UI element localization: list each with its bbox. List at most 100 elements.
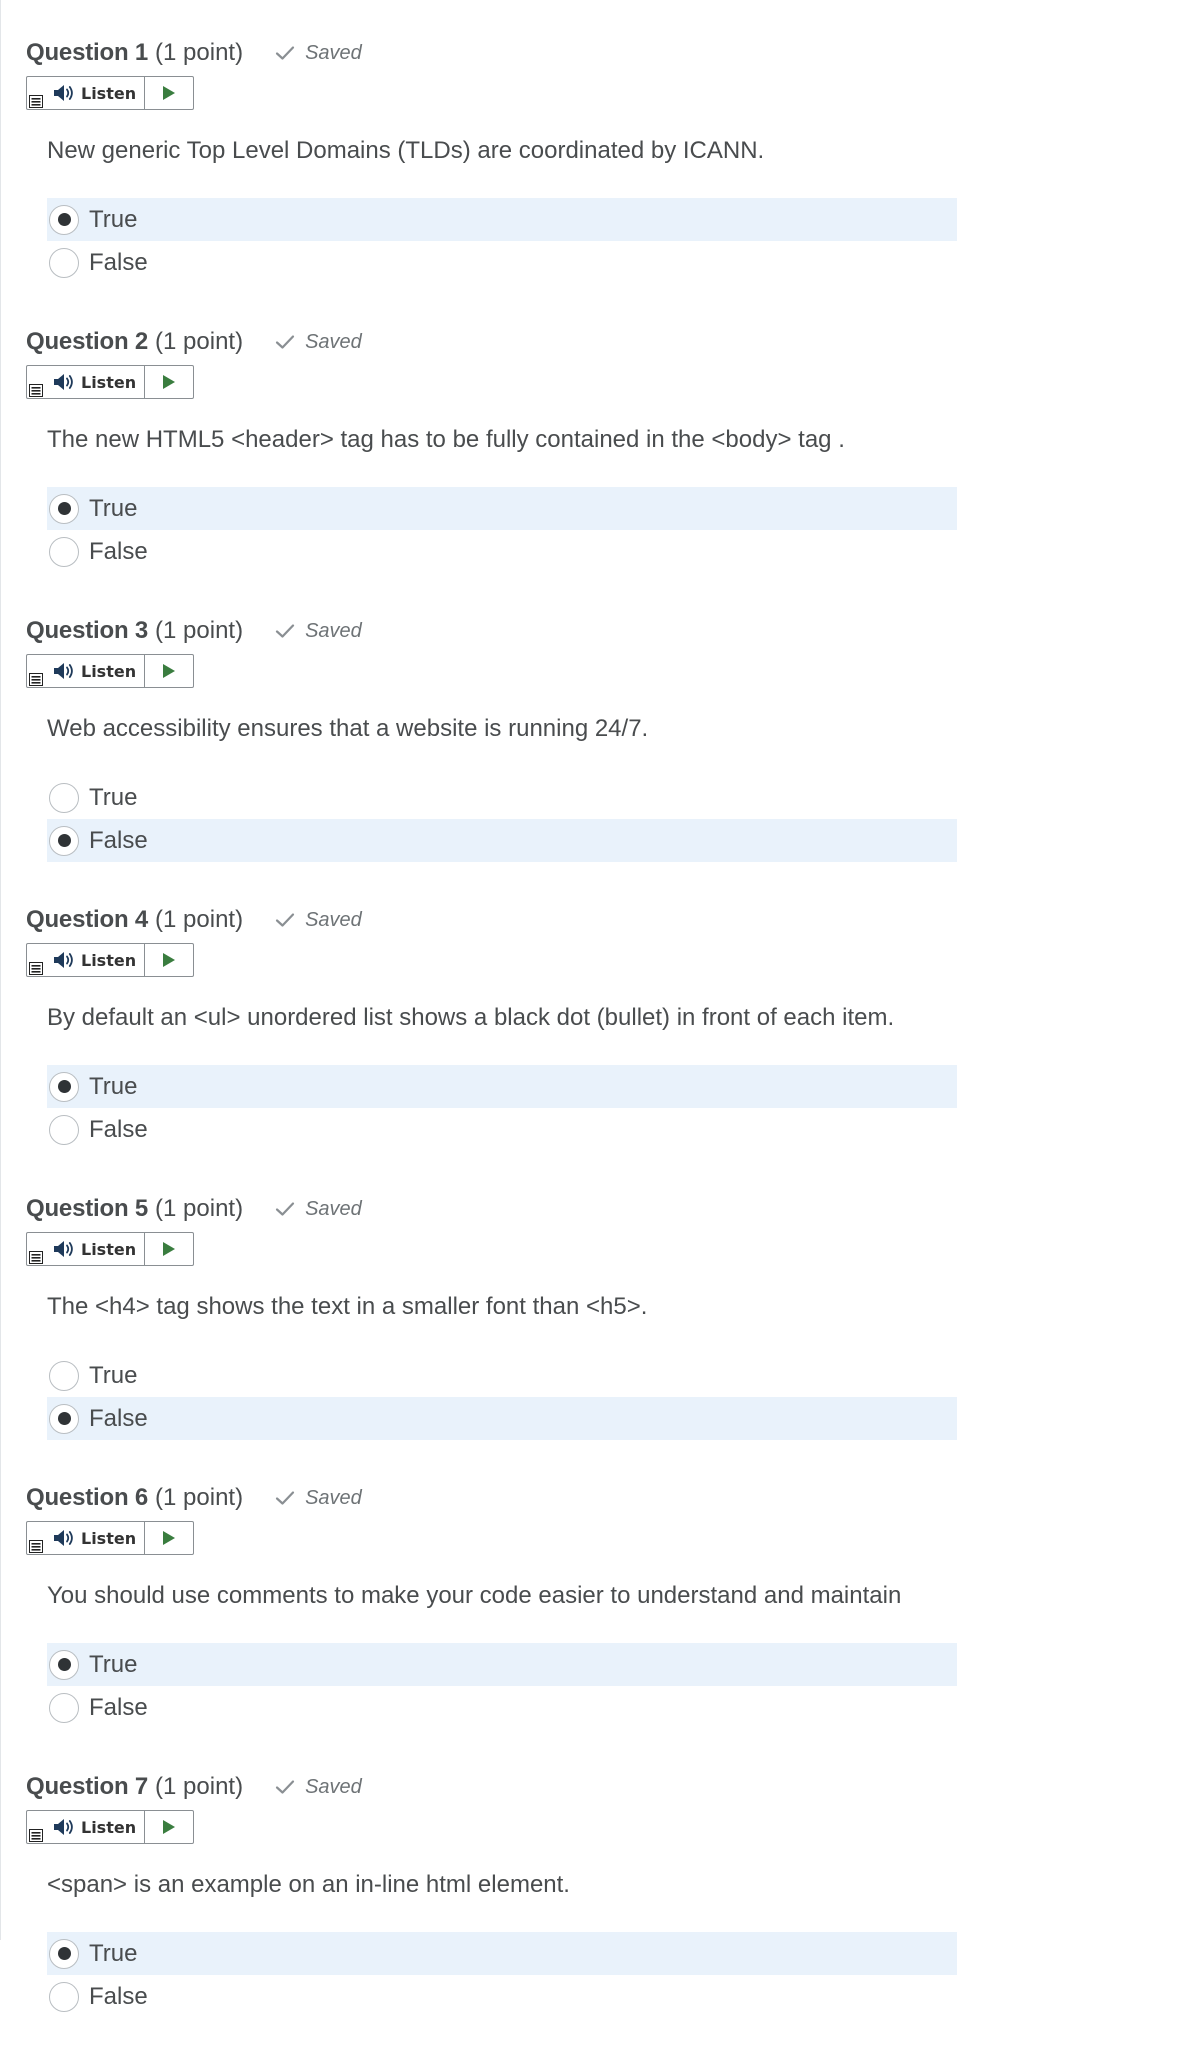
radio-button[interactable] — [49, 1649, 79, 1680]
option-true[interactable]: True — [47, 198, 957, 241]
listen-button[interactable]: Listen — [27, 655, 145, 687]
radio-selected-dot — [57, 1412, 71, 1425]
radio-button[interactable] — [49, 536, 79, 567]
play-button[interactable] — [145, 366, 193, 398]
radio-button[interactable] — [49, 493, 79, 524]
question-points: (1 point) — [155, 1484, 244, 1511]
question-header: Question 5 (1 point) Saved — [26, 1192, 362, 1226]
menu-icon[interactable] — [29, 962, 43, 975]
option-true[interactable]: True — [47, 1643, 957, 1686]
question-text: Web accessibility ensures that a website… — [47, 715, 649, 742]
option-true[interactable]: True — [47, 1354, 957, 1397]
option-label: False — [89, 248, 148, 276]
question-header: Question 4 (1 point) Saved — [26, 903, 362, 937]
listen-widget: Listen — [26, 365, 194, 399]
listen-label: Listen — [81, 83, 137, 103]
radio-selected-dot — [57, 1080, 71, 1093]
option-false[interactable]: False — [47, 241, 957, 284]
radio-button[interactable] — [49, 204, 79, 235]
radio-selected-dot — [57, 1658, 71, 1671]
play-button[interactable] — [145, 655, 193, 687]
listen-button[interactable]: Listen — [27, 366, 145, 398]
option-label: True — [89, 1650, 138, 1678]
option-false[interactable]: False — [47, 1975, 957, 2018]
saved-label: Saved — [305, 908, 362, 931]
option-true[interactable]: True — [47, 776, 957, 819]
saved-status: Saved — [275, 1776, 362, 1799]
saved-label: Saved — [305, 41, 362, 64]
play-button[interactable] — [145, 77, 193, 109]
radio-button[interactable] — [49, 1981, 79, 2012]
menu-icon[interactable] — [29, 95, 43, 108]
radio-selected-dot — [57, 1947, 71, 1960]
question-points: (1 point) — [155, 1195, 244, 1222]
play-icon — [163, 1820, 175, 1834]
question-header: Question 2 (1 point) Saved — [26, 325, 362, 359]
listen-label: Listen — [81, 661, 137, 681]
listen-widget: Listen — [26, 654, 194, 688]
saved-label: Saved — [305, 330, 362, 353]
radio-button[interactable] — [49, 1403, 79, 1434]
play-button[interactable] — [145, 1522, 193, 1554]
option-true[interactable]: True — [47, 487, 957, 530]
listen-widget: Listen — [26, 1521, 194, 1555]
radio-button[interactable] — [49, 782, 79, 813]
radio-button[interactable] — [49, 1114, 79, 1145]
question-2: Question 2 (1 point) Saved Listen The new HT… — [26, 289, 1176, 578]
option-true[interactable]: True — [47, 1065, 957, 1108]
speaker-icon — [54, 952, 73, 968]
radio-button[interactable] — [49, 1071, 79, 1102]
option-label: True — [89, 783, 138, 811]
checkmark-icon — [275, 1780, 295, 1794]
option-false[interactable]: False — [47, 1108, 957, 1151]
option-true[interactable]: True — [47, 1932, 957, 1975]
option-label: True — [89, 1361, 138, 1389]
listen-button[interactable]: Listen — [27, 1811, 145, 1843]
listen-widget: Listen — [26, 943, 194, 977]
listen-button[interactable]: Listen — [27, 77, 145, 109]
question-5: Question 5 (1 point) Saved Listen The <h4> t… — [26, 1156, 1176, 1445]
saved-status: Saved — [275, 331, 362, 354]
question-header: Question 3 (1 point) Saved — [26, 614, 362, 648]
radio-button[interactable] — [49, 1692, 79, 1723]
play-icon — [163, 1242, 175, 1256]
menu-icon[interactable] — [29, 1829, 43, 1842]
question-text: You should use comments to make your cod… — [47, 1582, 902, 1609]
listen-widget: Listen — [26, 76, 194, 110]
listen-button[interactable]: Listen — [27, 944, 145, 976]
saved-label: Saved — [305, 1197, 362, 1220]
saved-label: Saved — [305, 619, 362, 642]
option-label: False — [89, 1982, 148, 2010]
play-icon — [163, 375, 175, 389]
option-false[interactable]: False — [47, 530, 957, 573]
question-header: Question 6 (1 point) Saved — [26, 1481, 362, 1515]
menu-icon[interactable] — [29, 1540, 43, 1553]
saved-label: Saved — [305, 1486, 362, 1509]
question-1: Question 1 (1 point) Saved Listen New generi… — [26, 0, 1176, 289]
listen-widget: Listen — [26, 1232, 194, 1266]
listen-label: Listen — [81, 372, 137, 392]
menu-icon[interactable] — [29, 673, 43, 686]
radio-button[interactable] — [49, 1360, 79, 1391]
radio-button[interactable] — [49, 247, 79, 278]
play-icon — [163, 664, 175, 678]
saved-status: Saved — [275, 620, 362, 643]
play-button[interactable] — [145, 1811, 193, 1843]
radio-button[interactable] — [49, 825, 79, 856]
radio-button[interactable] — [49, 1938, 79, 1969]
speaker-icon — [54, 85, 73, 101]
play-icon — [163, 1531, 175, 1545]
play-button[interactable] — [145, 1233, 193, 1265]
saved-status: Saved — [275, 1487, 362, 1510]
menu-icon[interactable] — [29, 1251, 43, 1264]
option-false[interactable]: False — [47, 819, 957, 862]
radio-selected-dot — [57, 834, 71, 847]
question-text: The <h4> tag shows the text in a smaller… — [47, 1293, 648, 1320]
listen-button[interactable]: Listen — [27, 1522, 145, 1554]
menu-icon[interactable] — [29, 384, 43, 397]
listen-button[interactable]: Listen — [27, 1233, 145, 1265]
question-points: (1 point) — [155, 328, 244, 355]
option-false[interactable]: False — [47, 1686, 957, 1729]
option-false[interactable]: False — [47, 1397, 957, 1440]
play-button[interactable] — [145, 944, 193, 976]
